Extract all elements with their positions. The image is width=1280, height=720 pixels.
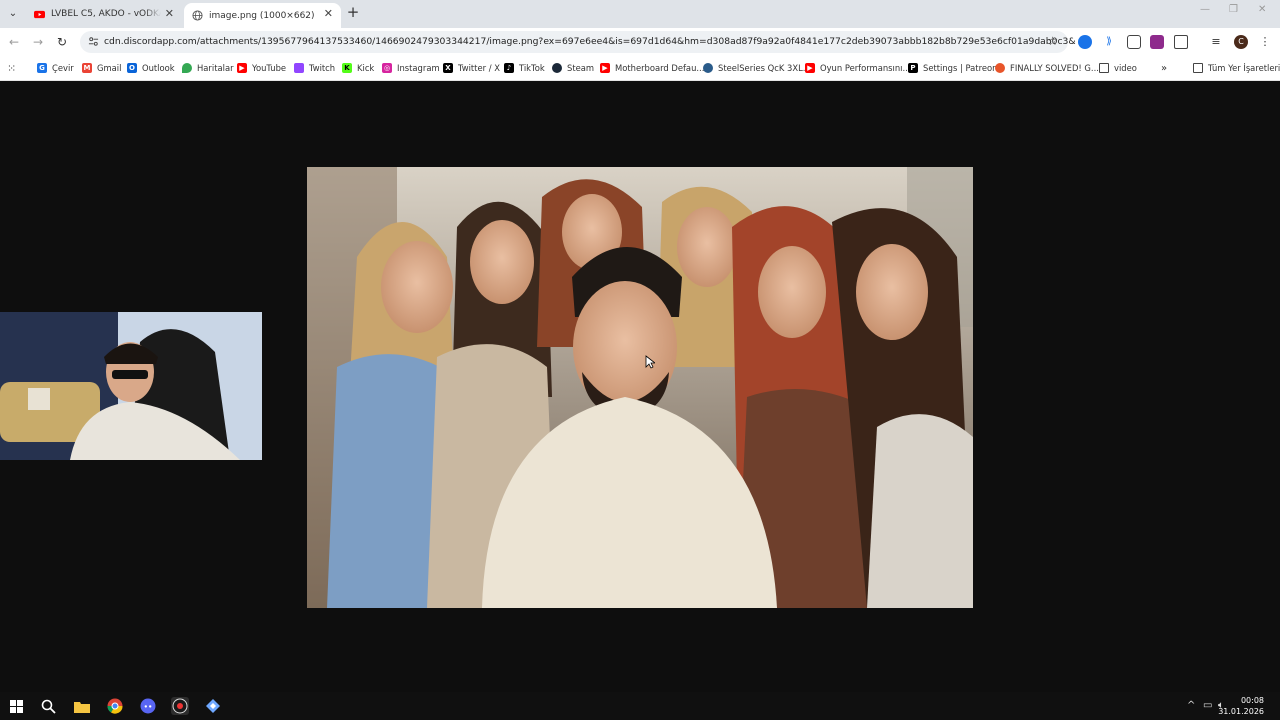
profile-avatar-icon[interactable]: C: [1234, 35, 1248, 49]
bookmark-motherboard[interactable]: ▶ Motherboard Defau...: [600, 61, 704, 75]
youtube-icon: ▶: [805, 63, 815, 73]
bookmark-twitter[interactable]: X Twitter / X: [443, 61, 500, 75]
tab-title: image.png (1000×662): [209, 10, 315, 21]
puzzle-icon[interactable]: [1174, 35, 1188, 49]
minimize-icon[interactable]: —: [1200, 4, 1210, 15]
apps-icon[interactable]: ⁙: [7, 61, 16, 75]
webcam-feed-image: [0, 312, 262, 460]
clock-date: 31.01.2026: [1218, 707, 1264, 716]
bookmark-steelseries[interactable]: SteelSeries QcK 3XL...: [703, 61, 811, 75]
cast-icon[interactable]: [1127, 35, 1141, 49]
bookmark-finally-solved[interactable]: FINALLY SOLVED! G...: [995, 61, 1099, 75]
image-viewer: [0, 81, 1280, 692]
bookmark-youtube[interactable]: ▶ YouTube: [237, 61, 286, 75]
extension-icon[interactable]: [1150, 35, 1164, 49]
kick-icon: K: [342, 63, 352, 73]
bookmark-translate[interactable]: G Çevir: [37, 61, 74, 75]
new-tab-button[interactable]: +: [345, 5, 361, 21]
site-icon: [995, 63, 1005, 73]
tab-strip: ⌄ LVBEL C5, AKDO - vODKA BELL ✕ image.pn…: [0, 0, 1280, 28]
address-bar[interactable]: cdn.discordapp.com/attachments/139567796…: [80, 31, 1076, 53]
search-icon[interactable]: [39, 697, 57, 715]
bookmark-outlook[interactable]: O Outlook: [127, 61, 175, 75]
outlook-icon: O: [127, 63, 137, 73]
discord-icon[interactable]: [139, 697, 157, 715]
translate-icon: G: [37, 63, 47, 73]
restore-icon[interactable]: ❐: [1229, 4, 1238, 15]
folder-icon: [1193, 63, 1203, 73]
all-bookmarks-folder[interactable]: Tüm Yer İşaretleri: [1193, 61, 1280, 75]
extension-icon[interactable]: [1078, 35, 1092, 49]
forward-icon[interactable]: →: [30, 34, 46, 50]
tab-image[interactable]: image.png (1000×662) ✕: [184, 3, 341, 28]
close-tab-icon[interactable]: ✕: [324, 7, 333, 21]
bookmark-twitch[interactable]: Twitch: [294, 61, 335, 75]
bookmark-gmail[interactable]: M Gmail: [82, 61, 121, 75]
steam-icon: [552, 63, 562, 73]
bookmark-oyun[interactable]: ▶ Oyun Performansını...: [805, 61, 910, 75]
bookmark-kick[interactable]: K Kick: [342, 61, 374, 75]
tab-search-button[interactable]: ⌄: [5, 5, 21, 21]
chevron-up-icon[interactable]: ^: [1187, 700, 1195, 711]
mouse-cursor-icon: [645, 355, 655, 369]
more-bookmarks-icon[interactable]: »: [1161, 61, 1167, 75]
back-icon[interactable]: ←: [6, 34, 22, 50]
reload-icon[interactable]: ↻: [54, 34, 70, 50]
menu-icon[interactable]: ⋮: [1258, 35, 1272, 49]
patreon-icon: P: [908, 63, 918, 73]
youtube-icon: [34, 10, 45, 18]
file-explorer-icon[interactable]: [73, 697, 91, 715]
network-icon[interactable]: ▭: [1203, 700, 1212, 711]
bookmark-instagram[interactable]: ◎ Instagram: [382, 61, 440, 75]
gmail-icon: M: [82, 63, 92, 73]
group-photo[interactable]: [307, 167, 973, 608]
bookmark-maps[interactable]: Haritalar: [182, 61, 234, 75]
bookmark-folder-video[interactable]: video: [1099, 61, 1137, 75]
clock-time: 00:08: [1240, 696, 1264, 705]
read-aloud-icon[interactable]: ⟫: [1102, 35, 1116, 49]
site-info-icon[interactable]: [88, 36, 99, 47]
media-icon[interactable]: ≡: [1209, 35, 1223, 49]
youtube-icon: ▶: [237, 63, 247, 73]
group-photo-image: [307, 167, 973, 608]
bookmark-tiktok[interactable]: ♪ TikTok: [504, 61, 545, 75]
folder-icon: [1099, 63, 1109, 73]
close-tab-icon[interactable]: ✕: [165, 7, 174, 21]
x-icon: X: [443, 63, 453, 73]
twitch-icon: [294, 63, 304, 73]
tiktok-icon: ♪: [504, 63, 514, 73]
maps-icon: [182, 63, 192, 73]
url-text: cdn.discordapp.com/attachments/139567796…: [104, 36, 1076, 47]
globe-icon: [192, 10, 203, 21]
bookmarks-bar: ⁙ G Çevir M Gmail O Outlook Haritalar ▶ YouT…: [0, 56, 1280, 81]
chrome-icon[interactable]: [106, 697, 124, 715]
windows-start-icon[interactable]: [7, 697, 25, 715]
bookmark-steam[interactable]: Steam: [552, 61, 594, 75]
tab-youtube[interactable]: LVBEL C5, AKDO - vODKA BELL ✕: [26, 3, 182, 25]
steelseries-icon: [703, 63, 713, 73]
browser-toolbar: ← → ↻ cdn.discordapp.com/attachments/139…: [0, 28, 1280, 56]
bookmark-star-icon[interactable]: ☆: [1047, 34, 1058, 48]
instagram-icon: ◎: [382, 63, 392, 73]
windows-taskbar: ^ ▭ 🔈︎ 00:08 31.01.2026: [0, 692, 1280, 720]
bookmark-patreon[interactable]: P Settings | Patreon: [908, 61, 997, 75]
app-icon[interactable]: [204, 697, 222, 715]
tab-title: LVBEL C5, AKDO - vODKA BELL: [51, 9, 161, 19]
obs-icon[interactable]: [171, 697, 189, 715]
webcam-overlay: [0, 312, 262, 460]
close-window-icon[interactable]: ✕: [1258, 4, 1266, 15]
youtube-icon: ▶: [600, 63, 610, 73]
taskbar-clock[interactable]: 00:08 31.01.2026: [1218, 695, 1264, 717]
